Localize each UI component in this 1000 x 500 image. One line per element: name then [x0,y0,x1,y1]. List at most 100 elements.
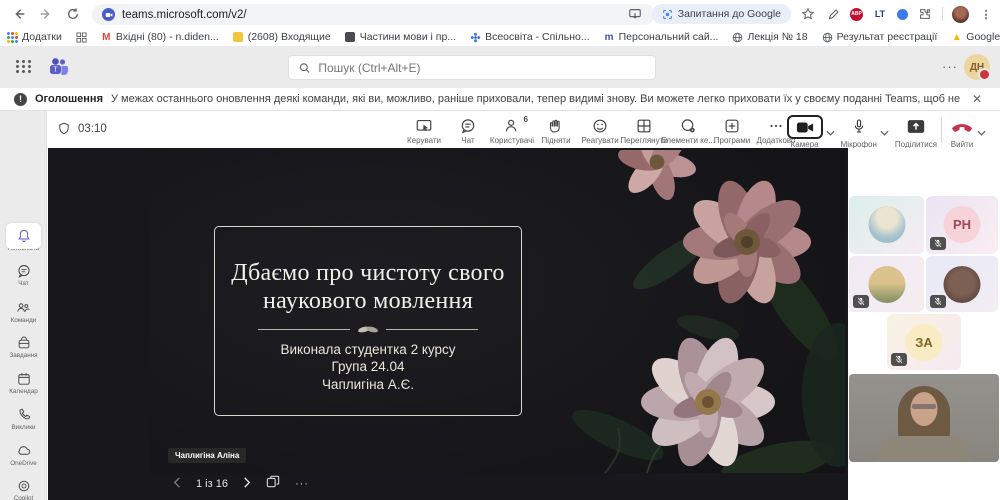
teams-search-input[interactable] [318,60,645,75]
phone-icon [16,406,32,423]
participant-initials-avatar: ЗА [905,324,943,361]
smiley-icon [591,117,609,135]
app-plus-icon [723,117,741,135]
shield-icon [59,122,69,135]
slide-nav-more-icon[interactable]: ··· [295,478,309,490]
participant-tile[interactable] [849,196,924,254]
mic-muted-badge [930,237,946,250]
bookmark-doc[interactable]: Частини мови і пр... [338,31,463,43]
chat-button[interactable]: Чат [446,113,490,145]
back-icon[interactable] [11,6,27,22]
control-elements-button[interactable]: Елементи ке... [661,113,715,145]
sidebar-item-assignments[interactable]: Завдання [0,334,47,359]
slide-title: Дбаємо про чистоту свого наукового мовле… [231,260,505,315]
warning-triangle-icon: ▲ [951,31,962,43]
camera-button[interactable]: Камера [786,113,823,149]
bookmark-mail[interactable]: (2608) Входящие [226,31,338,43]
mic-muted-badge [891,353,907,366]
adblock-extension-icon[interactable]: ABP [850,7,863,21]
grid-outline-icon [76,31,87,43]
previous-slide-icon[interactable] [173,475,181,493]
participant-tile[interactable] [849,256,924,312]
gmail-icon: M [102,31,111,43]
bookmark-registration[interactable]: Результат реєстрації [815,31,945,43]
browser-profile-avatar[interactable] [952,5,969,23]
banner-title: Оголошення [35,93,103,105]
sidebar-item-onedrive[interactable]: OneDrive [0,442,47,467]
teams-profile-avatar[interactable]: ДН [964,54,991,81]
languagetool-extension-icon[interactable]: LT [872,6,888,22]
address-bar[interactable]: teams.microsoft.com/v2/ [92,4,655,25]
leave-button[interactable]: Вийти [950,113,974,149]
control-elements-icon [679,117,697,135]
manage-button[interactable]: Керувати [402,113,446,145]
bookmark-star-icon[interactable] [800,6,816,22]
webcam-video-tile[interactable] [849,374,999,462]
camera-icon [796,122,813,132]
divider [941,117,942,143]
bell-icon [16,227,32,244]
view-button[interactable]: Переглянути [620,113,668,145]
forward-icon[interactable] [38,6,54,22]
globe-icon [732,32,743,43]
glasses [912,404,936,409]
assignments-bag-icon [16,334,32,351]
bookmarks-bar: Додатки M Вхідні (80) - n.diden... (2608)… [0,28,1000,47]
private-view-icon[interactable] [266,475,280,493]
google-lens-icon [662,9,672,19]
people-group-icon [15,299,32,316]
banner-close-icon[interactable]: ✕ [968,92,986,106]
extensions-puzzle-icon[interactable] [917,6,933,22]
apps-button[interactable]: Програми [710,113,754,145]
bookmark-lecture[interactable]: Лекція № 18 [725,31,814,43]
browser-actions: Запитання до Google ABP LT ⋮ [627,3,994,25]
bookmark-vseosvita[interactable]: Всеосвіта - Спільно... [463,31,597,43]
mic-chevron-icon[interactable] [880,123,889,141]
participant-tile[interactable]: РН [926,196,998,254]
bookmark-apps[interactable]: Додатки [0,31,69,43]
sidebar-item-chat[interactable]: Чат [0,262,47,287]
search-icon [299,62,310,73]
sidebar-item-calendar[interactable]: Календар [0,370,47,395]
participant-tile[interactable] [926,256,998,312]
google-apps-grid-icon [7,31,18,43]
share-button[interactable]: Поділитися [895,113,937,149]
sidebar-item-copilot[interactable]: Copilot [0,477,47,500]
refresh-icon[interactable] [65,6,81,22]
camera-chevron-icon[interactable] [826,123,835,141]
raise-hand-button[interactable]: Підняти [534,113,578,145]
participants-button[interactable]: 6 Користувачі [490,113,534,145]
google-search-pill[interactable]: Запитання до Google [651,4,791,24]
sidebar-item-teams[interactable]: Команди [0,299,47,324]
browser-menu-icon[interactable]: ⋮ [978,6,994,22]
bookmark-classroom[interactable]: ▲Google Classroom:... [944,31,1000,43]
send-to-device-icon[interactable] [627,6,643,22]
browser-toolbar: teams.microsoft.com/v2/ Запитання до Goo… [0,0,1000,28]
teams-meeting-window: teams.microsoft.com/v2/ Запитання до Goo… [0,0,1000,500]
sidebar-item-calls[interactable]: Виклики [0,406,47,431]
bookmark-personal-site[interactable]: m Персональний сай... [597,31,726,43]
leaf-ornament-icon [358,326,378,333]
globe-icon [822,32,833,43]
waffle-menu-icon[interactable] [16,60,32,73]
participant-count-badge: 6 [523,115,528,124]
participant-photo-avatar [868,206,905,243]
participant-tile[interactable]: ЗА [887,314,961,370]
react-button[interactable]: Реагувати [578,113,622,145]
teams-header: T ··· ДН [0,47,1000,88]
mic-button[interactable]: Мікрофон [841,113,877,149]
pencil-extension-icon[interactable] [825,6,841,22]
meeting-toolbar: 03:10 Керувати Чат 6 Користувачі Підняти… [47,111,1000,149]
sidebar-item-activity[interactable]: Активність [0,223,47,252]
yellow-mail-icon [233,32,244,42]
bookmark-gmail[interactable]: M Вхідні (80) - n.diden... [94,31,226,43]
teams-search-box[interactable] [288,55,656,80]
mic-muted-badge [853,295,869,308]
next-slide-icon[interactable] [243,475,251,493]
blue-extension-icon[interactable] [897,8,908,20]
svg-text:T: T [53,67,58,74]
bookmark-grid-button[interactable] [69,31,94,43]
leave-chevron-icon[interactable] [977,123,986,141]
blue-flower-icon [470,32,481,43]
teams-header-more-icon[interactable]: ··· [942,59,958,74]
